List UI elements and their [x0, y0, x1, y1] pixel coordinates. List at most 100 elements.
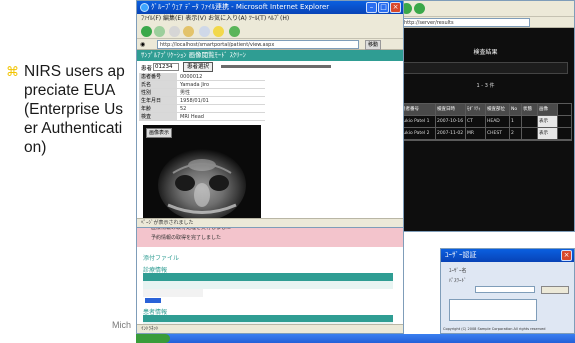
cell: Yukio Patel 2	[400, 128, 436, 139]
info-key: 性別	[139, 89, 177, 96]
section-bar	[143, 315, 393, 322]
results-page: 検査結果 1 - 3 件 患者番号 検査日時 ﾓﾀﾞﾘﾃｨ 検査部位 No 状態…	[397, 29, 574, 231]
results-address-input[interactable]: http://server/results	[401, 18, 530, 27]
forward-icon[interactable]	[414, 3, 425, 14]
close-icon[interactable]: ×	[390, 2, 401, 13]
results-address-bar: http://server/results	[397, 17, 574, 28]
search-label: 患者	[141, 66, 153, 72]
info-key: 検査	[139, 113, 177, 120]
dialog-list[interactable]	[449, 299, 537, 321]
main-status-bar: ﾍﾟｰｼﾞが表示されました	[137, 218, 403, 227]
address-input[interactable]: http://localhost/smartportal/patient/vie…	[157, 40, 359, 49]
start-button[interactable]	[136, 334, 170, 343]
address-bar: ◉ http://localhost/smartportal/patient/v…	[137, 39, 403, 50]
header-cell: 状態	[522, 104, 538, 115]
auth-dialog[interactable]: ﾕｰｻﾞｰ認証 × ﾕｰｻﾞｰ名 ﾊﾟｽﾜｰﾄﾞ Copyright (C) 2…	[440, 248, 575, 334]
info-value: 0000012	[180, 74, 203, 80]
mri-scan-image	[158, 149, 246, 219]
back-icon[interactable]	[141, 26, 152, 37]
info-key: 生年月日	[139, 97, 177, 104]
slide: ⌘ NIRS users appreciate EUA (Enterprise …	[0, 0, 575, 343]
view-image-button[interactable]: 表示	[538, 116, 558, 127]
info-row: 氏名 Yamada Jiro	[139, 81, 265, 89]
section-bar	[143, 273, 393, 281]
dialog-footer: Copyright (C) 2008 Sample Corporation Al…	[443, 327, 546, 331]
media-icon[interactable]	[229, 26, 240, 37]
small-button[interactable]	[145, 298, 161, 303]
info-key: 年齢	[139, 105, 177, 112]
search-icon[interactable]	[199, 26, 210, 37]
cell: HEAD	[486, 116, 510, 127]
info-value: MRI Head	[180, 114, 204, 120]
address-label-icon: ◉	[140, 41, 146, 48]
minimize-icon[interactable]: –	[366, 2, 377, 13]
refresh-icon[interactable]	[169, 26, 180, 37]
results-subheading: 1 - 3 件	[476, 83, 495, 89]
header-cell: 検査日時	[436, 104, 466, 115]
search-input[interactable]: 01234	[153, 63, 179, 71]
results-banner	[403, 62, 568, 74]
view-image-button[interactable]: 表示	[538, 128, 558, 139]
cell	[522, 116, 538, 127]
image-viewer[interactable]: 画像表示	[143, 125, 261, 219]
dialog-title: ﾕｰｻﾞｰ認証	[445, 251, 477, 259]
header-cell: 検査部位	[486, 104, 510, 115]
menu-bar[interactable]: ﾌｧｲﾙ(F) 編集(E) 表示(V) お気に入り(A) ﾂｰﾙ(T) ﾍﾙﾌﾟ…	[137, 14, 403, 24]
info-key: 氏名	[139, 81, 177, 88]
section-title: 添付ファイル	[143, 255, 180, 262]
cell: 1	[510, 116, 522, 127]
info-row: 年齢 52	[139, 105, 265, 113]
select-patient-button[interactable]: 患者選択	[183, 62, 214, 72]
info-row: 検査 MRI Head	[139, 113, 265, 121]
section-row	[143, 281, 393, 289]
forward-icon[interactable]	[154, 26, 165, 37]
notice-text: 予約情報の取得を完了しました	[151, 235, 222, 241]
cell: 2	[510, 128, 522, 139]
dialog-select[interactable]	[475, 286, 535, 293]
results-toolbar	[397, 1, 574, 17]
info-text-line	[221, 65, 331, 68]
header-cell: ﾓﾀﾞﾘﾃｨ	[466, 104, 486, 115]
dialog-label: ﾕｰｻﾞｰ名	[449, 268, 467, 274]
info-row: 生年月日 1958/01/01	[139, 97, 265, 105]
bullet-text: NIRS users appreciate EUA (Enterprise Us…	[24, 63, 125, 156]
main-toolbar	[137, 24, 403, 39]
results-heading: 検査結果	[473, 49, 498, 56]
ie-icon	[140, 3, 149, 12]
go-button[interactable]: 移動	[364, 40, 381, 50]
home-icon[interactable]	[183, 26, 194, 37]
favorites-icon[interactable]	[213, 26, 224, 37]
header-cell: 画像	[538, 104, 558, 115]
dialog-button[interactable]	[541, 286, 569, 294]
results-table-header: 患者番号 検査日時 ﾓﾀﾞﾘﾃｨ 検査部位 No 状態 画像	[400, 104, 571, 116]
maximize-icon[interactable]: □	[378, 2, 389, 13]
dialog-title-bar[interactable]: ﾕｰｻﾞｰ認証 ×	[441, 249, 574, 262]
search-row: 患者 01234 患者選択	[137, 61, 403, 73]
header-cell: 患者番号	[400, 104, 436, 115]
cell: CHEST	[486, 128, 510, 139]
patient-info: 患者番号 0000012 氏名 Yamada Jiro 性別 男性 生年月日 1958/…	[139, 73, 265, 121]
table-row[interactable]: Yukio Patel 1 2007-10-16 CT HEAD 1 表示	[400, 116, 571, 128]
info-row: 患者番号 0000012	[139, 73, 265, 81]
results-window[interactable]: http://server/results 検査結果 1 - 3 件 患者番号 …	[396, 0, 575, 232]
info-key: 患者番号	[139, 73, 177, 80]
dialog-label: ﾊﾟｽﾜｰﾄﾞ	[449, 278, 467, 284]
cell: CT	[466, 116, 486, 127]
bullet-point: ⌘ NIRS users appreciate EUA (Enterprise …	[6, 62, 130, 157]
section-row	[143, 289, 203, 297]
close-icon[interactable]: ×	[561, 250, 572, 261]
page-header: ｻﾝﾌﾟﾙｱﾌﾟﾘｹｰｼｮﾝ 画像閲覧ﾓｰﾄﾞ ｽｸﾘｰﾝ	[137, 50, 403, 61]
info-row: 性別 男性	[139, 89, 265, 97]
main-browser-window[interactable]: ｸﾞﾙｰﾌﾟｳｪｱ ﾃﾞｰﾀ ﾌｧｲﾙ連携 - Microsoft Intern…	[136, 0, 404, 228]
taskbar	[136, 334, 575, 343]
footer-text: Mich	[112, 320, 132, 330]
main-title-bar[interactable]: ｸﾞﾙｰﾌﾟｳｪｱ ﾃﾞｰﾀ ﾌｧｲﾙ連携 - Microsoft Intern…	[137, 1, 403, 14]
cell: MR	[466, 128, 486, 139]
records-status-bar: ｲﾝﾄﾗﾈｯﾄ	[137, 324, 403, 333]
info-value: 52	[180, 106, 187, 112]
info-value: 1958/01/01	[180, 98, 209, 104]
info-value: Yamada Jiro	[180, 82, 210, 88]
header-cell: No	[510, 104, 522, 115]
table-row[interactable]: Yukio Patel 2 2007-11-02 MR CHEST 2 表示	[400, 128, 571, 140]
cell: Yukio Patel 1	[400, 116, 436, 127]
